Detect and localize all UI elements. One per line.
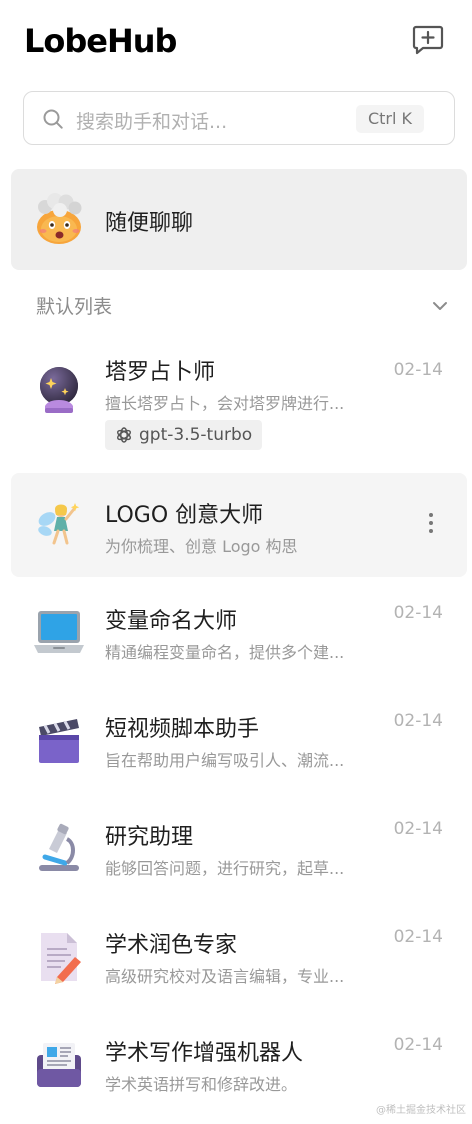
new-chat-icon [412, 25, 444, 55]
logo[interactable]: LobeHub [24, 22, 177, 60]
fairy-icon [38, 503, 80, 545]
memo-icon [41, 933, 81, 984]
group-title: 默认列表 [36, 296, 113, 318]
list-item[interactable]: 塔罗占卜师 02-14 擅长塔罗占卜，会对塔罗牌进行... gpt-3.5-tu… [11, 332, 467, 458]
model-tag: gpt-3.5-turbo [105, 420, 263, 450]
list-item[interactable]: 研究助理 02-14 能够回答问题，进行研究，起草... [11, 799, 467, 903]
watermark: @稀土掘金技术社区 [376, 1105, 466, 1116]
item-desc: 为你梳理、创意 Logo 构思 [105, 537, 298, 556]
random-chat-item[interactable]: 随便聊聊 [11, 169, 467, 270]
crystal-ball-icon [40, 367, 78, 413]
item-title: 学术写作增强机器人 [105, 1041, 304, 1066]
item-title: 短视频脚本助手 [105, 717, 260, 742]
search-input[interactable]: 搜索助手和对话... Ctrl K [23, 91, 455, 145]
new-chat-button[interactable] [410, 22, 446, 58]
item-date: 02-14 [393, 819, 443, 839]
clapper-board-icon [39, 719, 79, 763]
item-desc: 精通编程变量命名，提供多个建... [105, 643, 345, 662]
search-placeholder: 搜索助手和对话... [76, 111, 228, 133]
item-desc: 擅长塔罗占卜，会对塔罗牌进行... [105, 394, 345, 413]
item-title: LOGO 创意大师 [105, 503, 264, 528]
random-chat-label: 随便聊聊 [105, 211, 194, 236]
item-title: 学术润色专家 [105, 933, 238, 958]
item-desc: 高级研究校对及语言编辑，专业... [105, 967, 345, 986]
newspaper-icon [37, 1043, 81, 1087]
openai-icon [117, 427, 131, 443]
item-desc: 学术英语拼写和修辞改进。 [105, 1075, 298, 1094]
chevron-down-icon [433, 302, 447, 310]
list-item[interactable]: 短视频脚本助手 02-14 旨在帮助用户编写吸引人、潮流... [11, 691, 467, 795]
more-options-icon[interactable] [425, 511, 437, 535]
laptop-icon [34, 611, 84, 653]
search-icon [43, 109, 63, 129]
item-title: 研究助理 [105, 825, 194, 850]
item-date: 02-14 [393, 711, 443, 731]
item-title: 变量命名大师 [105, 609, 238, 634]
microscope-icon [39, 823, 79, 871]
item-date: 02-14 [393, 360, 443, 380]
header: LobeHub [0, 0, 472, 84]
search-shortcut-badge: Ctrl K [355, 105, 424, 133]
list-item[interactable]: 变量命名大师 02-14 精通编程变量命名，提供多个建... [11, 583, 467, 687]
model-tag-label: gpt-3.5-turbo [139, 425, 253, 445]
group-header-default[interactable]: 默认列表 [0, 288, 472, 324]
exploding-head-icon [37, 193, 82, 244]
item-date: 02-14 [393, 927, 443, 947]
item-desc: 旨在帮助用户编写吸引人、潮流... [105, 751, 345, 770]
item-date: 02-14 [393, 603, 443, 623]
list-item[interactable]: 学术润色专家 02-14 高级研究校对及语言编辑，专业... [11, 907, 467, 1011]
item-title: 塔罗占卜师 [105, 360, 216, 385]
item-desc: 能够回答问题，进行研究，起草... [105, 859, 345, 878]
item-date: 02-14 [393, 1035, 443, 1055]
list-item[interactable]: LOGO 创意大师 为你梳理、创意 Logo 构思 [11, 473, 467, 577]
